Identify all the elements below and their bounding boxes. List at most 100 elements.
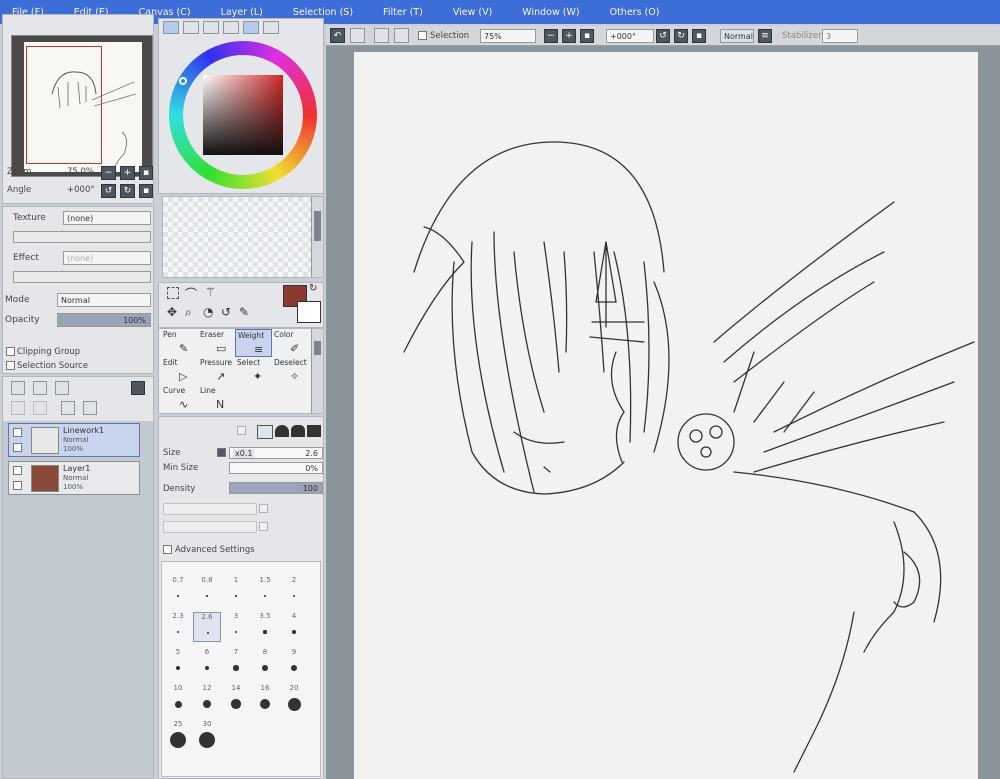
toolbar-rotate-reset-button[interactable]: ▪ (692, 29, 706, 43)
blend-mode-select[interactable]: Normal (57, 293, 151, 307)
blending-checkbox[interactable] (259, 504, 268, 513)
brush-size-preset[interactable]: 4 (280, 612, 308, 642)
layer-lock-icon[interactable] (13, 443, 22, 452)
drawing-canvas[interactable] (354, 52, 978, 779)
zoom-value[interactable]: 75.0% (67, 167, 94, 177)
brush-size-preset[interactable]: 25 (164, 720, 192, 750)
brush-size-preset[interactable]: 6 (193, 648, 221, 678)
tool-select[interactable]: Select ✦ (235, 357, 272, 385)
toolbar-zoom-in-button[interactable]: + (562, 29, 576, 43)
angle-value[interactable]: +000° (67, 185, 95, 195)
menu-item-7[interactable]: Window (W) (522, 7, 579, 18)
hue-picker-handle[interactable] (179, 77, 187, 85)
deselect-button[interactable] (374, 28, 389, 43)
toolbar-rotate-left-button[interactable]: ↺ (656, 29, 670, 43)
secondary-color-swatch[interactable] (297, 301, 321, 323)
brush-blend-checkbox[interactable] (237, 426, 246, 435)
menu-item-4[interactable]: Selection (S) (293, 7, 353, 18)
brush-size-preset[interactable]: 20 (280, 684, 308, 714)
tool-deselect[interactable]: Deselect ✧ (272, 357, 309, 385)
zoom-reset-button[interactable]: ▪ (139, 166, 153, 180)
size-lock-checkbox[interactable] (217, 448, 226, 457)
merge-down-button[interactable] (33, 401, 47, 415)
tool-color[interactable]: Color ✐ (272, 329, 309, 357)
brush-size-preset[interactable]: 2.6 (193, 612, 221, 642)
scratchpad-tab[interactable] (263, 21, 279, 34)
redo-button[interactable] (350, 28, 365, 43)
brush-size-preset[interactable]: 1 (222, 576, 250, 606)
undo-button[interactable]: ↶ (330, 28, 345, 43)
dilution-checkbox[interactable] (259, 522, 268, 531)
toolbar-rotate-right-button[interactable]: ↻ (674, 29, 688, 43)
brush-shape-2[interactable] (275, 425, 289, 437)
size-slider[interactable]: x0.1 2.6 (229, 447, 323, 459)
rotate-tool-icon[interactable]: ↺ (221, 305, 231, 319)
invert-selection-button[interactable] (394, 28, 409, 43)
new-layer-button[interactable] (11, 381, 25, 395)
opacity-slider[interactable]: 100% (57, 313, 151, 327)
color-wheel-tab[interactable] (163, 21, 179, 34)
scrollbar-thumb[interactable] (314, 211, 321, 241)
transfer-down-button[interactable] (11, 401, 25, 415)
brush-size-preset[interactable]: 0.8 (193, 576, 221, 606)
menu-item-6[interactable]: View (V) (453, 7, 492, 18)
toolbar-zoom-reset-button[interactable]: ▪ (580, 29, 594, 43)
brush-size-preset[interactable]: 12 (193, 684, 221, 714)
move-tool-icon[interactable]: ✥ (167, 305, 177, 319)
new-folder-button[interactable] (55, 381, 69, 395)
tool-curve[interactable]: Curve ∿ (161, 385, 198, 413)
tool-eraser[interactable]: Eraser ▭ (198, 329, 235, 357)
new-linework-layer-button[interactable] (33, 381, 47, 395)
delete-layer-button[interactable] (83, 401, 97, 415)
menu-item-3[interactable]: Layer (L) (221, 7, 263, 18)
brush-size-preset[interactable]: 7 (222, 648, 250, 678)
zoom-in-button[interactable]: + (120, 166, 135, 180)
user-palette-tab[interactable] (243, 21, 259, 34)
toolbar-angle-select[interactable]: +000° (606, 29, 654, 43)
selection-visible-checkbox[interactable] (418, 31, 427, 40)
clipping-group-checkbox[interactable] (6, 347, 15, 356)
scratchpad-scrollbar[interactable] (311, 197, 323, 277)
lasso-tool-icon[interactable]: ⌒ (185, 285, 197, 302)
saturation-value-square[interactable] (203, 75, 283, 155)
brush-tool-scrollbar[interactable] (311, 329, 323, 413)
brush-size-preset[interactable]: 8 (251, 648, 279, 678)
tool-edit[interactable]: Edit ▷ (161, 357, 198, 385)
layer-options-button[interactable] (131, 381, 145, 395)
brush-shape-1[interactable] (257, 425, 273, 439)
effect-width-slider[interactable] (13, 271, 151, 283)
hand-tool-icon[interactable]: ◔ (203, 305, 213, 319)
rotate-reset-button[interactable]: ▪ (139, 184, 153, 198)
swatches-tab[interactable] (223, 21, 239, 34)
effect-select[interactable]: (none) (63, 251, 151, 265)
brush-size-preset[interactable]: 2.3 (164, 612, 192, 642)
rotate-left-button[interactable]: ↺ (101, 184, 116, 198)
blending-slider[interactable] (163, 503, 257, 515)
selection-source-checkbox[interactable] (6, 361, 15, 370)
brush-size-preset[interactable]: 1.5 (251, 576, 279, 606)
menu-item-8[interactable]: Others (O) (610, 7, 660, 18)
tool-pen[interactable]: Pen ✎ (161, 329, 198, 357)
toolbar-zoom-select[interactable]: 75% (480, 29, 536, 43)
rgb-slider-tab[interactable] (183, 21, 199, 34)
clear-layer-button[interactable] (61, 401, 75, 415)
brush-size-preset[interactable]: 14 (222, 684, 250, 714)
navigator-view-frame[interactable] (26, 46, 102, 164)
scratchpad-panel[interactable] (162, 196, 324, 278)
texture-select[interactable]: (none) (63, 211, 151, 225)
color-wheel[interactable] (169, 41, 317, 189)
swap-colors-icon[interactable]: ↻ (309, 283, 317, 294)
brush-size-preset[interactable]: 3 (222, 612, 250, 642)
layer-visibility-icon[interactable] (13, 428, 22, 437)
texture-scale-slider[interactable] (13, 231, 151, 243)
zoom-out-button[interactable]: − (101, 166, 116, 180)
brush-size-preset[interactable]: 3.5 (251, 612, 279, 642)
brush-size-preset[interactable]: 5 (164, 648, 192, 678)
layer-row[interactable]: Layer1 Normal 100% (8, 461, 140, 495)
menu-item-5[interactable]: Filter (T) (383, 7, 423, 18)
dilution-slider[interactable] (163, 521, 257, 533)
rotate-right-button[interactable]: ↻ (120, 184, 135, 198)
toolbar-view-mode[interactable]: Normal (720, 29, 754, 43)
tool-line[interactable]: Line N (198, 385, 235, 413)
brush-size-preset[interactable]: 16 (251, 684, 279, 714)
